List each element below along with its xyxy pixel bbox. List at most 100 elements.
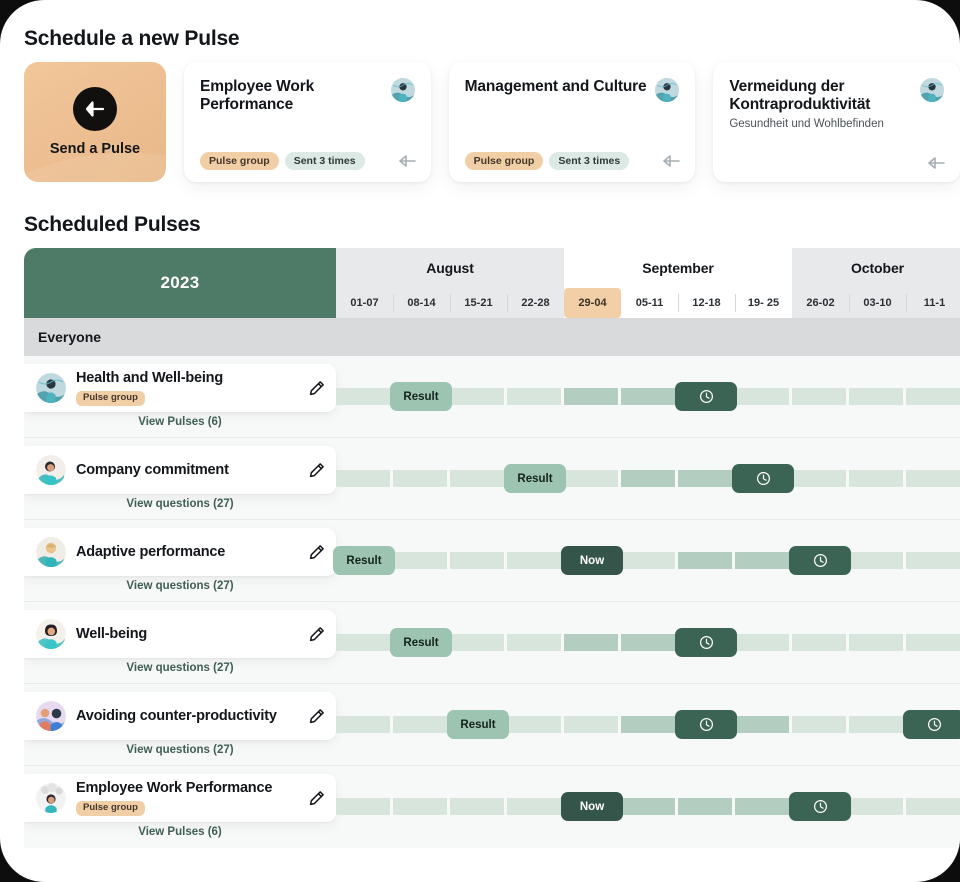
week-cell[interactable]: 26-02	[792, 288, 849, 318]
clock-icon[interactable]	[789, 546, 851, 575]
week-cell-current[interactable]: 29-04	[564, 288, 621, 318]
month-label: August	[336, 248, 564, 288]
pulse-template-card[interactable]: Management and Culture Pulse group Sent 3 …	[449, 62, 696, 182]
week-cell[interactable]: 03-10	[849, 288, 906, 318]
track-segment	[621, 634, 678, 651]
pencil-icon[interactable]	[308, 707, 326, 725]
clock-icon[interactable]	[675, 628, 737, 657]
week-cell[interactable]: 05-11	[621, 288, 678, 318]
track-segment	[849, 552, 906, 569]
timeline-track: Result	[336, 716, 960, 733]
track-segment	[336, 634, 393, 651]
week-cell[interactable]: 22-28	[507, 288, 564, 318]
month-block: October26-0203-1011-1	[792, 248, 960, 318]
week-cell[interactable]: 11-1	[906, 288, 960, 318]
week-cell[interactable]: 08-14	[393, 288, 450, 318]
week-row: 26-0203-1011-1	[792, 288, 960, 318]
track-segment	[735, 716, 792, 733]
pencil-icon[interactable]	[308, 379, 326, 397]
pencil-icon[interactable]	[308, 789, 326, 807]
view-details-link[interactable]: View questions (27)	[24, 498, 336, 510]
track-segment	[564, 470, 621, 487]
pulse-group-tag: Pulse group	[76, 801, 145, 815]
pulse-card-list: Send a PulseEmployee Work PerformancePul…	[24, 62, 960, 182]
result-marker[interactable]: Result	[390, 628, 452, 657]
timeline-row: Avoiding counter-productivity View questi…	[24, 684, 960, 766]
track-segment	[564, 634, 621, 651]
pulse-card-footer: Pulse group Sent 3 times	[465, 152, 682, 171]
pulse-card-title: Vermeidung der Kontraproduktivität	[729, 78, 912, 115]
pencil-icon[interactable]	[308, 461, 326, 479]
track-segment	[849, 798, 906, 815]
send-arrow-icon[interactable]	[399, 154, 417, 168]
pulse-row-text: Employee Work PerformancePulse group	[76, 780, 298, 815]
week-cell[interactable]: 19- 25	[735, 288, 792, 318]
app-card: Schedule a new Pulse Send a PulseEmploye…	[0, 0, 960, 882]
timeline-row: Company commitment View questions (27) Res…	[24, 438, 960, 520]
track-segment	[564, 716, 621, 733]
track-segment	[678, 552, 735, 569]
pulse-row-card[interactable]: Adaptive performance	[24, 528, 336, 576]
clock-icon[interactable]	[789, 792, 851, 821]
result-marker[interactable]: Result	[504, 464, 566, 493]
sent-count-tag: Sent 3 times	[549, 152, 629, 171]
pulse-row-name: Health and Well-being	[76, 370, 298, 387]
track-segment	[849, 388, 906, 405]
pencil-icon[interactable]	[308, 543, 326, 561]
clock-icon[interactable]	[732, 464, 794, 493]
now-marker[interactable]: Now	[561, 546, 623, 575]
pulse-card-text: Management and Culture	[465, 78, 647, 96]
track-segment	[336, 388, 393, 405]
pulse-card-text: Employee Work Performance	[200, 78, 383, 115]
pulse-row-card[interactable]: Employee Work PerformancePulse group	[24, 774, 336, 822]
pulse-template-card[interactable]: Employee Work PerformancePulse groupSent…	[184, 62, 431, 182]
week-cell[interactable]: 15-21	[450, 288, 507, 318]
track-segment	[621, 716, 678, 733]
track-segment	[906, 798, 960, 815]
view-details-link[interactable]: View Pulses (6)	[24, 416, 336, 428]
clock-icon[interactable]	[675, 710, 737, 739]
pulse-card-subtitle: Gesundheit und Wohlbefinden	[729, 118, 912, 132]
view-details-link[interactable]: View questions (27)	[24, 744, 336, 756]
view-details-link[interactable]: View questions (27)	[24, 580, 336, 592]
woman-dark-hair-avatar	[36, 619, 66, 649]
timeline-header: 2023 August01-0708-1415-2122-28September…	[24, 248, 960, 318]
pulse-row-card[interactable]: Well-being	[24, 610, 336, 658]
track-segment	[792, 634, 849, 651]
pulse-row-card[interactable]: Health and Well-beingPulse group	[24, 364, 336, 412]
result-marker[interactable]: Result	[333, 546, 395, 575]
result-marker[interactable]: Result	[390, 382, 452, 411]
pulse-row-card[interactable]: Avoiding counter-productivity	[24, 692, 336, 740]
woman-teal-avatar	[36, 455, 66, 485]
timeline-track: Result	[336, 388, 960, 405]
pulse-row-card[interactable]: Company commitment	[24, 446, 336, 494]
clock-icon[interactable]	[903, 710, 960, 739]
send-arrow-icon[interactable]	[928, 156, 946, 170]
send-a-pulse-button[interactable]: Send a Pulse	[24, 62, 166, 182]
pulse-group-tag: Pulse group	[465, 152, 544, 171]
track-segment	[393, 798, 450, 815]
now-marker[interactable]: Now	[561, 792, 623, 821]
week-cell[interactable]: 01-07	[336, 288, 393, 318]
send-arrow-icon[interactable]	[663, 154, 681, 168]
result-marker[interactable]: Result	[447, 710, 509, 739]
timeline-track: Result	[336, 634, 960, 651]
timeline-months: August01-0708-1415-2122-28September29-04…	[336, 248, 960, 318]
track-segment	[735, 634, 792, 651]
pulse-row-name: Company commitment	[76, 462, 298, 479]
month-label: October	[792, 248, 960, 288]
pulse-card-header: Management and Culture	[465, 78, 680, 102]
track-segment	[735, 388, 792, 405]
view-details-link[interactable]: View questions (27)	[24, 662, 336, 674]
scheduled-pulses-timeline: 2023 August01-0708-1415-2122-28September…	[24, 248, 960, 858]
pulse-template-card[interactable]: Vermeidung der Kontraproduktivität Gesund…	[713, 62, 960, 182]
pencil-icon[interactable]	[308, 625, 326, 643]
two-people-avatar	[36, 701, 66, 731]
track-segment	[621, 470, 678, 487]
pulse-card-header: Employee Work Performance	[200, 78, 415, 115]
clock-icon[interactable]	[675, 382, 737, 411]
track-segment	[507, 716, 564, 733]
timeline-group-label: Everyone	[38, 329, 101, 345]
week-cell[interactable]: 12-18	[678, 288, 735, 318]
view-details-link[interactable]: View Pulses (6)	[24, 826, 336, 838]
